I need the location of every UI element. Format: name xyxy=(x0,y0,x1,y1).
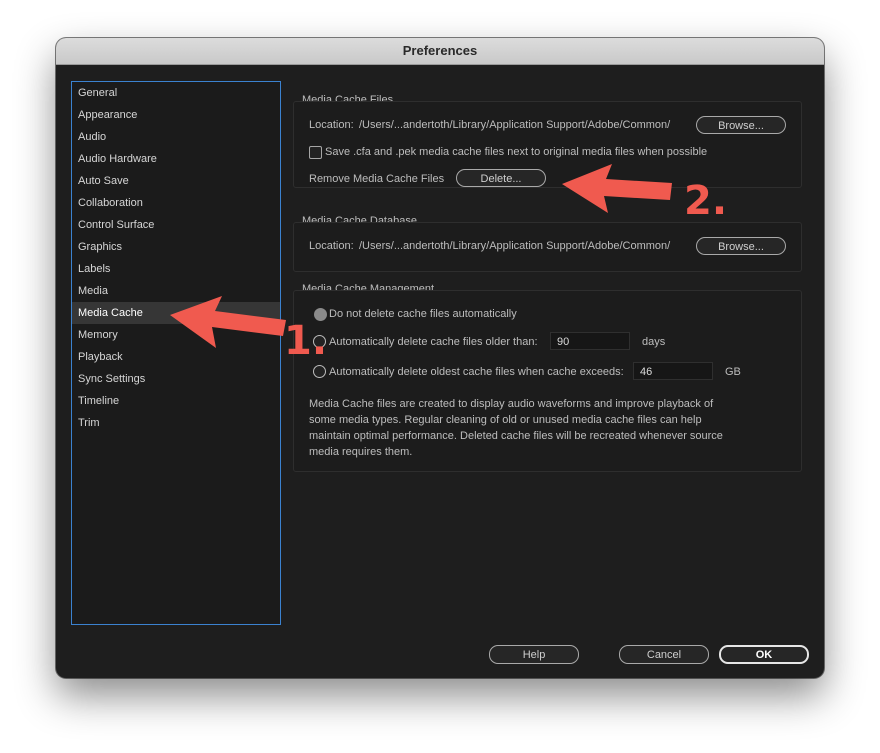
sidebar-item-trim[interactable]: Trim xyxy=(72,412,280,434)
sidebar-item-memory[interactable]: Memory xyxy=(72,324,280,346)
sidebar-item-control-surface[interactable]: Control Surface xyxy=(72,214,280,236)
remove-cache-label: Remove Media Cache Files xyxy=(309,173,445,185)
annotation-step-1: 1. xyxy=(284,318,328,364)
cache-files-location-path: /Users/...andertoth/Library/Application … xyxy=(359,119,671,131)
save-cfa-pek-checkbox[interactable] xyxy=(309,146,322,159)
preferences-dialog: Preferences General Appearance Audio Aud… xyxy=(56,38,824,678)
sidebar-item-appearance[interactable]: Appearance xyxy=(72,104,280,126)
delete-older-label: Automatically delete cache files older t… xyxy=(329,336,538,348)
older-days-input[interactable]: 90 xyxy=(550,332,630,350)
delete-exceeds-radio[interactable] xyxy=(313,365,326,378)
exceeds-gb-input[interactable]: 46 xyxy=(633,362,713,380)
cache-files-browse-button[interactable]: Browse... xyxy=(696,116,786,134)
delete-cache-button[interactable]: Delete... xyxy=(456,169,546,187)
sidebar-item-media[interactable]: Media xyxy=(72,280,280,302)
sidebar-item-audio-hardware[interactable]: Audio Hardware xyxy=(72,148,280,170)
sidebar-item-audio[interactable]: Audio xyxy=(72,126,280,148)
dialog-title: Preferences xyxy=(56,38,824,65)
sidebar-item-sync-settings[interactable]: Sync Settings xyxy=(72,368,280,390)
preferences-sidebar: General Appearance Audio Audio Hardware … xyxy=(71,81,281,625)
annotation-step-2: 2. xyxy=(684,178,728,224)
days-unit-label: days xyxy=(642,336,666,348)
cache-db-location-label: Location: xyxy=(309,240,354,252)
cache-db-browse-button[interactable]: Browse... xyxy=(696,237,786,255)
sidebar-item-auto-save[interactable]: Auto Save xyxy=(72,170,280,192)
gb-unit-label: GB xyxy=(725,366,741,378)
ok-button[interactable]: OK xyxy=(719,645,809,664)
sidebar-item-playback[interactable]: Playback xyxy=(72,346,280,368)
sidebar-item-graphics[interactable]: Graphics xyxy=(72,236,280,258)
sidebar-item-collaboration[interactable]: Collaboration xyxy=(72,192,280,214)
sidebar-item-media-cache[interactable]: Media Cache xyxy=(72,302,280,324)
sidebar-item-general[interactable]: General xyxy=(72,82,280,104)
delete-exceeds-label: Automatically delete oldest cache files … xyxy=(329,366,624,378)
save-cfa-pek-label: Save .cfa and .pek media cache files nex… xyxy=(325,146,708,158)
management-description: Media Cache files are created to display… xyxy=(309,398,723,458)
cache-db-location-path: /Users/...andertoth/Library/Application … xyxy=(359,240,671,252)
sidebar-item-labels[interactable]: Labels xyxy=(72,258,280,280)
help-button[interactable]: Help xyxy=(489,645,579,664)
no-delete-label: Do not delete cache files automatically xyxy=(329,308,517,320)
sidebar-item-timeline[interactable]: Timeline xyxy=(72,390,280,412)
cancel-button[interactable]: Cancel xyxy=(619,645,709,664)
cache-files-location-label: Location: xyxy=(309,119,354,131)
